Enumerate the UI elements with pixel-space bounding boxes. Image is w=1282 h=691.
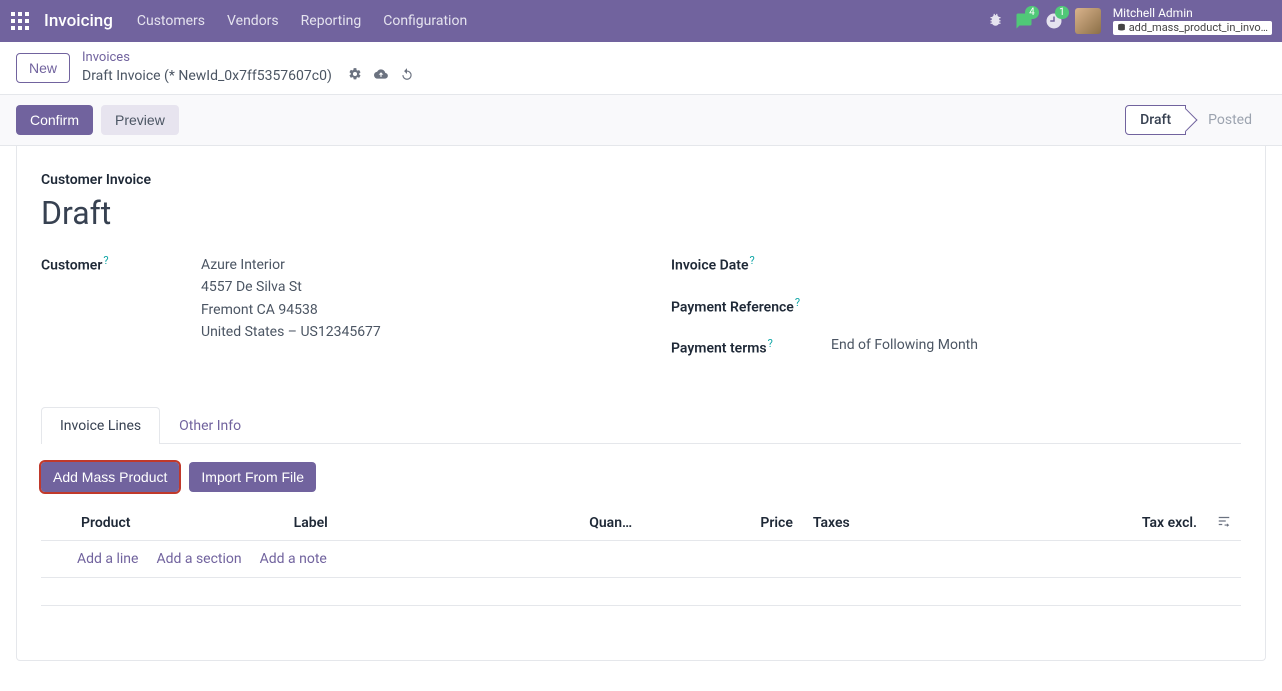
- nav-menu: Customers Vendors Reporting Configuratio…: [137, 13, 467, 29]
- discard-icon[interactable]: [400, 67, 414, 86]
- help-icon[interactable]: ?: [750, 254, 755, 267]
- status-posted[interactable]: Posted: [1186, 106, 1266, 134]
- customer-addr1: 4557 De Silva St: [201, 276, 381, 298]
- nav-right: 4 1 Mitchell Admin add_mass_product_in_i…: [988, 7, 1272, 34]
- top-nav: Invoicing Customers Vendors Reporting Co…: [0, 0, 1282, 42]
- apps-icon[interactable]: [10, 11, 30, 31]
- nav-configuration[interactable]: Configuration: [383, 13, 467, 29]
- user-block[interactable]: Mitchell Admin add_mass_product_in_invo…: [1113, 7, 1272, 34]
- payment-terms-label: Payment terms?: [671, 337, 831, 357]
- col-quantity[interactable]: Quan…: [449, 506, 642, 541]
- cloud-upload-icon[interactable]: [374, 67, 388, 86]
- breadcrumb-invoices[interactable]: Invoices: [82, 50, 414, 67]
- form-sheet: Customer Invoice Draft Customer? Azure I…: [16, 146, 1266, 660]
- add-note-link[interactable]: Add a note: [260, 551, 327, 567]
- preview-button[interactable]: Preview: [101, 105, 179, 135]
- payment-terms-value[interactable]: End of Following Month: [831, 337, 978, 353]
- form-title: Draft: [41, 194, 1241, 232]
- customer-addr3: United States – US12345677: [201, 321, 381, 343]
- messages-count: 4: [1025, 6, 1039, 19]
- customer-label: Customer?: [41, 254, 201, 274]
- user-name: Mitchell Admin: [1113, 7, 1272, 20]
- col-product[interactable]: Product: [71, 506, 284, 541]
- col-tax-excl[interactable]: Tax excl.: [977, 506, 1207, 541]
- status-draft[interactable]: Draft: [1125, 105, 1186, 135]
- breadcrumb-title: Draft Invoice (* NewId_0x7ff5357607c0): [82, 67, 332, 85]
- nav-reporting[interactable]: Reporting: [301, 13, 362, 29]
- nav-customers[interactable]: Customers: [137, 13, 205, 29]
- debug-icon[interactable]: [988, 12, 1003, 31]
- action-bar: Confirm Preview Draft Posted: [0, 95, 1282, 146]
- payment-reference-label: Payment Reference?: [671, 296, 831, 316]
- invoice-date-label: Invoice Date?: [671, 254, 831, 274]
- new-button[interactable]: New: [16, 53, 70, 83]
- add-mass-product-button[interactable]: Add Mass Product: [41, 462, 179, 492]
- col-price[interactable]: Price: [642, 506, 803, 541]
- avatar[interactable]: [1075, 8, 1101, 34]
- form-type-label: Customer Invoice: [41, 172, 1241, 188]
- invoice-lines-table: Product Label Quan… Price Taxes Tax excl…: [41, 506, 1241, 634]
- add-section-link[interactable]: Add a section: [156, 551, 241, 567]
- activity-count: 1: [1055, 6, 1069, 19]
- add-line-link[interactable]: Add a line: [77, 551, 138, 567]
- col-label[interactable]: Label: [284, 506, 450, 541]
- customer-name: Azure Interior: [201, 254, 381, 276]
- db-label: add_mass_product_in_invo…: [1129, 22, 1268, 34]
- tab-invoice-lines[interactable]: Invoice Lines: [41, 407, 160, 444]
- gear-icon[interactable]: [348, 67, 362, 86]
- col-taxes[interactable]: Taxes: [803, 506, 977, 541]
- breadcrumb-bar: New Invoices Draft Invoice (* NewId_0x7f…: [0, 42, 1282, 95]
- help-icon[interactable]: ?: [103, 254, 108, 267]
- help-icon[interactable]: ?: [768, 337, 773, 350]
- help-icon[interactable]: ?: [795, 296, 800, 309]
- activity-icon[interactable]: 1: [1045, 12, 1063, 30]
- tabs: Invoice Lines Other Info: [41, 407, 1241, 444]
- tab-other-info[interactable]: Other Info: [160, 407, 260, 444]
- status-bar: Draft Posted: [1125, 105, 1266, 135]
- customer-addr2: Fremont CA 94538: [201, 299, 381, 321]
- nav-vendors[interactable]: Vendors: [227, 13, 279, 29]
- confirm-button[interactable]: Confirm: [16, 105, 93, 135]
- db-name: add_mass_product_in_invo…: [1113, 21, 1272, 35]
- customer-value[interactable]: Azure Interior 4557 De Silva St Fremont …: [201, 254, 381, 344]
- messages-icon[interactable]: 4: [1015, 12, 1033, 30]
- options-icon[interactable]: [1217, 516, 1231, 532]
- import-from-file-button[interactable]: Import From File: [189, 462, 316, 492]
- app-brand[interactable]: Invoicing: [44, 11, 113, 31]
